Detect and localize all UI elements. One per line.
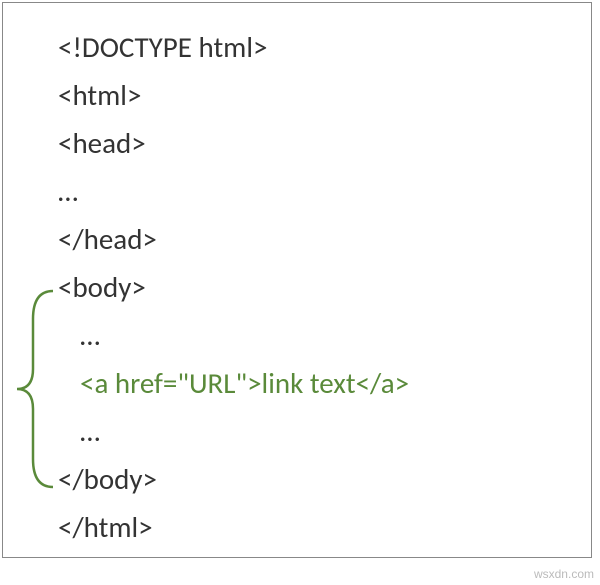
code-line-body-ellipsis-top: …: [58, 311, 591, 359]
curly-brace-icon: [13, 289, 58, 489]
code-line-doctype: <!DOCTYPE html>: [58, 23, 591, 71]
code-line-anchor-tag: <a href="URL">link text</a>: [58, 359, 591, 407]
code-line-body-ellipsis-bottom: …: [58, 407, 591, 455]
code-line-body-open: <body>: [58, 263, 591, 311]
code-line-body-close: </body>: [58, 455, 591, 503]
code-line-html-close: </html>: [58, 503, 591, 551]
code-line-html-open: <html>: [58, 71, 591, 119]
code-line-head-open: <head>: [58, 119, 591, 167]
code-line-head-ellipsis: …: [58, 167, 591, 215]
code-diagram-frame: <!DOCTYPE html> <html> <head> … </head> …: [2, 2, 592, 558]
watermark-text: wsxdn.com: [534, 567, 594, 581]
code-line-head-close: </head>: [58, 215, 591, 263]
